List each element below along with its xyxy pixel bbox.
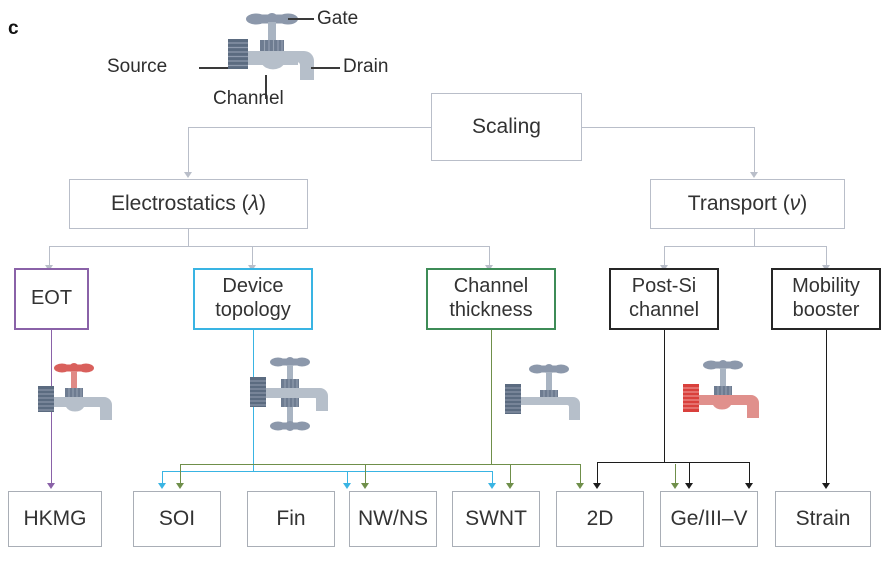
drain-label: Drain (343, 56, 389, 77)
node-post-si-channel-label: Post-Si channel (628, 275, 700, 321)
node-hkmg-label: HKMG (23, 506, 87, 530)
channel-label: Channel (213, 88, 284, 109)
node-eot[interactable]: EOT (14, 268, 89, 330)
node-soi[interactable]: SOI (133, 491, 221, 547)
scaling-bus-left (188, 127, 431, 128)
arrow-mobility-to-strain (822, 483, 830, 489)
post-si-faucet-red-body-icon (683, 360, 759, 418)
node-strain[interactable]: Strain (775, 491, 871, 547)
node-transport[interactable]: Transport (ν) (650, 179, 845, 229)
arrow-postsi-to-geiiiv (745, 483, 753, 489)
electrostatics-drop-eot (49, 246, 50, 266)
transport-stem (754, 229, 755, 246)
source-leader-line (199, 67, 228, 69)
scaling-drop-left (188, 127, 189, 173)
node-channel-thickness[interactable]: Channel thickness (426, 268, 556, 330)
lambda-symbol: λ (248, 191, 260, 215)
eot-faucet-red-handle-icon (38, 363, 112, 420)
arrow-postsi-to-swnt (593, 483, 601, 489)
source-label: Source (107, 56, 168, 77)
node-swnt[interactable]: SWNT (452, 491, 540, 547)
arrow-thickness-to-fin (361, 483, 369, 489)
node-fin[interactable]: Fin (247, 491, 335, 547)
topology-bus (162, 471, 492, 472)
panel-letter: c (8, 18, 19, 39)
gate-label: Gate (317, 8, 359, 29)
node-geiiiv-label: Ge/III–V (670, 506, 748, 530)
transport-drop-mobility (826, 246, 827, 266)
channel-thickness-faucet-thin-body-icon (505, 364, 580, 420)
electrostatics-text: Electrostatics ( (110, 191, 249, 215)
node-soi-label: SOI (158, 506, 196, 530)
drain-leader-line (311, 67, 340, 69)
node-swnt-label: SWNT (465, 506, 527, 530)
arrow-thickness-to-swnt (576, 483, 584, 489)
nu-symbol: ν (789, 191, 801, 215)
thickness-drop-soi (180, 464, 181, 484)
arrow-to-transport (750, 172, 758, 178)
electrostatics-drop-thickness (489, 246, 490, 266)
node-strain-label: Strain (795, 506, 851, 530)
thickness-drop-fin (365, 464, 366, 484)
postsi-drop-swnt (597, 462, 598, 484)
figure-panel-c: c Gate Source Drain Channel Scaling Elec… (0, 0, 896, 564)
thickness-drop-2d (675, 464, 676, 484)
node-electrostatics-label: Electrostatics (λ) (111, 192, 266, 217)
node-scaling[interactable]: Scaling (431, 93, 582, 161)
transport-paren: ) (800, 191, 808, 215)
thickness-drop-nwns (510, 464, 511, 484)
scaling-drop-right (754, 127, 755, 173)
arrow-thickness-to-nwns (506, 483, 514, 489)
node-channel-thickness-label: Channel thickness (449, 275, 533, 321)
node-mobility-booster-label: Mobility booster (792, 275, 860, 321)
scaling-bus-right (582, 127, 754, 128)
electrostatics-paren: ) (259, 191, 267, 215)
electrostatics-drop-topology (252, 246, 253, 266)
thickness-drop-swnt (580, 464, 581, 484)
postsi-bus (597, 462, 749, 463)
node-fin-label: Fin (276, 506, 306, 530)
node-device-topology-label: Device topology (215, 275, 291, 321)
node-scaling-label: Scaling (472, 114, 541, 138)
node-geiiiv[interactable]: Ge/III–V (660, 491, 758, 547)
node-2d[interactable]: 2D (556, 491, 644, 547)
mobility-to-strain-line (826, 330, 827, 484)
node-transport-label: Transport (ν) (688, 192, 807, 217)
node-nwns-label: NW/NS (358, 506, 428, 530)
node-hkmg[interactable]: HKMG (8, 491, 102, 547)
node-device-topology[interactable]: Device topology (193, 268, 313, 330)
node-eot-label: EOT (30, 287, 73, 310)
thickness-stem (491, 330, 492, 464)
postsi-drop-geiiiv (749, 462, 750, 484)
node-2d-label: 2D (586, 506, 614, 530)
electrostatics-stem (188, 229, 189, 246)
transport-bus (664, 246, 826, 247)
device-topology-faucet-double-gate-icon (250, 357, 328, 431)
electrostatics-bus (49, 246, 489, 247)
transport-text: Transport ( (687, 191, 790, 215)
node-post-si-channel[interactable]: Post-Si channel (609, 268, 719, 330)
arrow-eot-to-hkmg (47, 483, 55, 489)
postsi-stem (664, 330, 665, 462)
arrow-topology-to-fin (343, 483, 351, 489)
arrow-to-electrostatics (184, 172, 192, 178)
node-nwns[interactable]: NW/NS (349, 491, 437, 547)
arrow-thickness-to-soi (176, 483, 184, 489)
thickness-bus (180, 464, 580, 465)
node-electrostatics[interactable]: Electrostatics (λ) (69, 179, 308, 229)
arrow-postsi-to-2d (685, 483, 693, 489)
postsi-drop-2d (689, 462, 690, 484)
node-mobility-booster[interactable]: Mobility booster (771, 268, 881, 330)
arrow-thickness-to-2d (671, 483, 679, 489)
arrow-topology-to-soi (158, 483, 166, 489)
transport-drop-postsi (664, 246, 665, 266)
gate-leader-line (288, 18, 314, 20)
arrow-topology-to-nwns (488, 483, 496, 489)
